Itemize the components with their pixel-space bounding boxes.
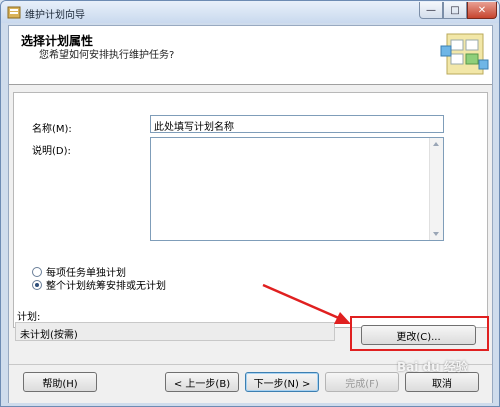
wizard-window: 维护计划向导 — □ ✕ 选择计划属性 您希望如何安排执行维护任务? 名称(M)… [0, 0, 500, 407]
annotation-arrow-icon [262, 283, 351, 324]
baidu-watermark: Bai du 经验 [397, 360, 468, 374]
